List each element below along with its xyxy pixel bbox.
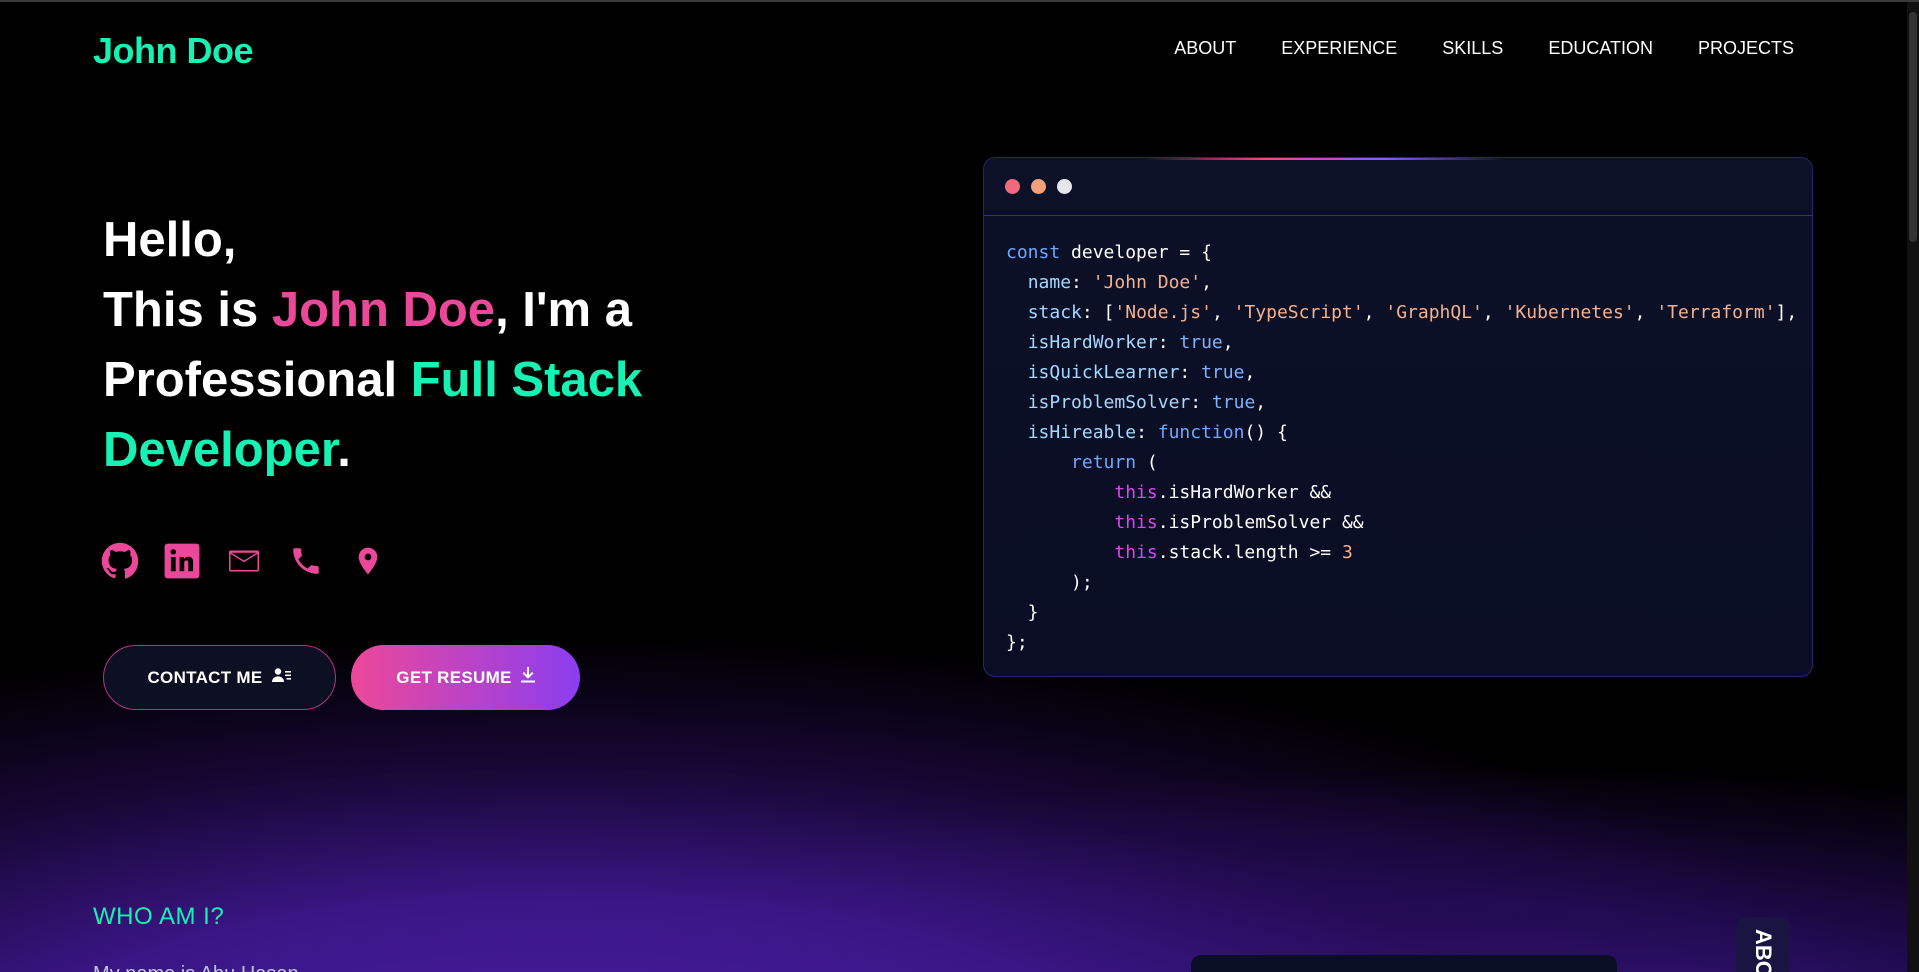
github-icon[interactable] bbox=[101, 542, 139, 580]
window-dot-gray bbox=[1057, 179, 1072, 194]
nav-education[interactable]: EDUCATION bbox=[1548, 38, 1653, 59]
download-icon bbox=[520, 667, 535, 688]
hero-greeting: Hello, bbox=[103, 213, 237, 267]
scrollbar-thumb[interactable] bbox=[1909, 12, 1917, 242]
window-top-border bbox=[0, 0, 1919, 2]
who-am-i-subtext: My name is Abu Hasan Nizam bbox=[93, 963, 333, 972]
window-dot-orange bbox=[1031, 179, 1046, 194]
hero-heading: Hello, This is John Doe, I'm a Professio… bbox=[103, 205, 743, 485]
main-nav: ABOUT EXPERIENCE SKILLS EDUCATION PROJEC… bbox=[1129, 38, 1794, 59]
hero-line3-prefix: Professional bbox=[103, 353, 411, 407]
code-number: 3 bbox=[1341, 542, 1353, 563]
get-resume-button[interactable]: GET RESUME bbox=[351, 645, 580, 710]
code-true: true bbox=[1201, 362, 1245, 383]
code-window: const developer = { name: 'John Doe', st… bbox=[983, 157, 1813, 677]
hero-line2-suffix: , I'm a bbox=[495, 283, 632, 337]
code-window-titlebar bbox=[984, 158, 1812, 216]
code-stack-item: 'TypeScript' bbox=[1233, 302, 1364, 323]
code-const: const bbox=[1006, 242, 1061, 263]
contact-me-button[interactable]: CONTACT ME bbox=[103, 645, 336, 710]
code-this: this bbox=[1114, 542, 1158, 563]
linkedin-icon[interactable] bbox=[163, 542, 201, 580]
code-true: true bbox=[1211, 392, 1256, 413]
contact-card-icon bbox=[271, 667, 292, 688]
nav-experience[interactable]: EXPERIENCE bbox=[1281, 38, 1397, 59]
nav-projects[interactable]: PROJECTS bbox=[1698, 38, 1794, 59]
code-open: = { bbox=[1168, 242, 1212, 263]
hero-name: John Doe bbox=[271, 283, 496, 337]
hero-period: . bbox=[337, 423, 351, 477]
code-val-name: 'John Doe' bbox=[1092, 272, 1202, 293]
code-stack-item: 'Kubernetes' bbox=[1504, 302, 1635, 323]
who-am-i-heading: WHO AM I? bbox=[93, 903, 225, 930]
about-side-tab-label: ABOUT bbox=[1751, 929, 1776, 972]
code-stack-item: 'Terraform' bbox=[1656, 302, 1776, 323]
about-side-tab[interactable]: ABOUT bbox=[1736, 917, 1790, 972]
code-var: developer bbox=[1071, 242, 1169, 263]
code-key-hardworker: isHardWorker bbox=[1027, 332, 1158, 353]
code-ret1: .isHardWorker && bbox=[1157, 482, 1332, 503]
site-logo[interactable]: John Doe bbox=[93, 30, 254, 72]
code-ret2: .isProblemSolver && bbox=[1157, 512, 1364, 533]
code-key-problemsolver: isProblemSolver bbox=[1027, 392, 1191, 413]
code-return: return bbox=[1071, 452, 1137, 473]
code-key-stack: stack bbox=[1027, 302, 1082, 323]
hero-role-part1: Full Stack bbox=[410, 353, 643, 407]
code-function: function bbox=[1157, 422, 1245, 443]
code-ret3: .stack.length >= bbox=[1157, 542, 1342, 563]
hero-role-part2: Developer bbox=[103, 423, 338, 477]
code-this: this bbox=[1114, 512, 1158, 533]
hero-line2-prefix: This is bbox=[103, 283, 272, 337]
nav-skills[interactable]: SKILLS bbox=[1442, 38, 1503, 59]
mail-icon[interactable] bbox=[225, 542, 263, 580]
window-dot-red bbox=[1005, 179, 1020, 194]
contact-me-label: CONTACT ME bbox=[147, 667, 263, 687]
about-card-peek bbox=[1191, 955, 1617, 972]
code-stack-item: 'Node.js' bbox=[1114, 302, 1212, 323]
code-key-hireable: isHireable bbox=[1027, 422, 1137, 443]
code-true: true bbox=[1179, 332, 1223, 353]
social-links bbox=[101, 542, 387, 580]
phone-icon[interactable] bbox=[287, 542, 325, 580]
code-snippet: const developer = { name: 'John Doe', st… bbox=[1006, 242, 1798, 653]
nav-about[interactable]: ABOUT bbox=[1174, 38, 1236, 59]
code-this: this bbox=[1114, 482, 1158, 503]
hero-intro: Hello, This is John Doe, I'm a Professio… bbox=[103, 205, 743, 485]
scrollbar[interactable] bbox=[1907, 2, 1919, 972]
code-window-glow bbox=[1144, 158, 1504, 160]
code-key-quicklearner: isQuickLearner bbox=[1027, 362, 1180, 383]
code-key-name: name bbox=[1027, 272, 1072, 293]
get-resume-label: GET RESUME bbox=[396, 667, 512, 687]
code-stack-item: 'GraphQL' bbox=[1385, 302, 1483, 323]
location-icon[interactable] bbox=[349, 542, 387, 580]
